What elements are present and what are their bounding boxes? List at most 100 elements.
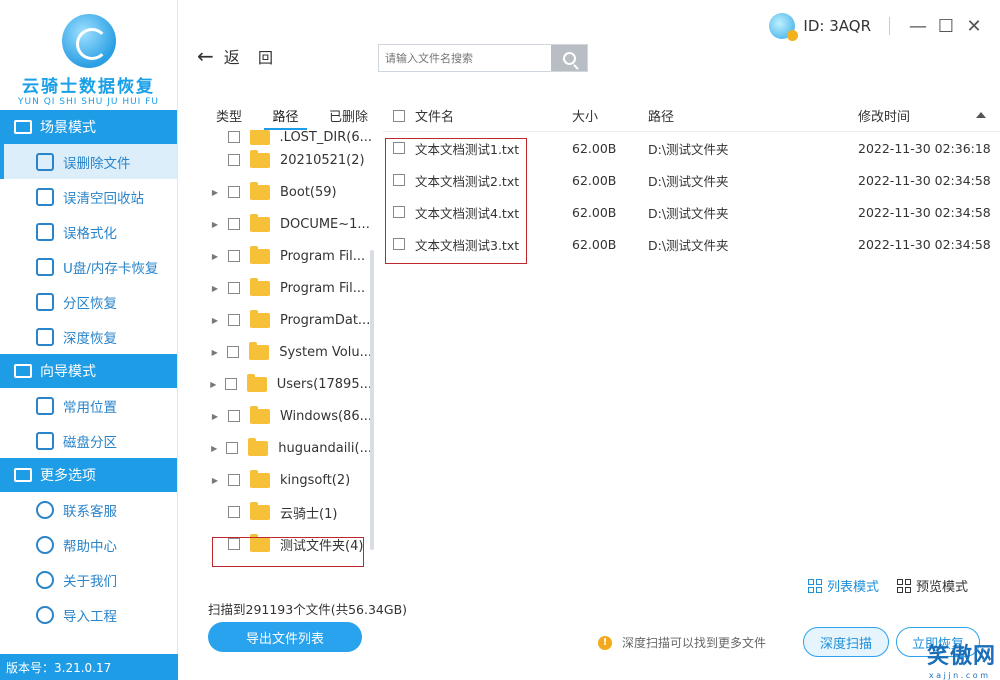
- expand-caret-icon[interactable]: ▶: [208, 348, 221, 357]
- search-button[interactable]: [551, 45, 587, 71]
- sidebar-item-label: 误删除文件: [63, 155, 131, 172]
- expand-caret-icon[interactable]: ▶: [208, 188, 222, 197]
- close-button[interactable]: ✕: [960, 12, 988, 40]
- sidebar-item-0-2[interactable]: 误格式化: [0, 214, 177, 249]
- tree-row-label: Boot(59): [280, 184, 337, 200]
- user-id: ID: 3AQR: [803, 17, 871, 35]
- tree-checkbox[interactable]: [227, 410, 240, 422]
- tree-row-label: .LOST_DIR(6...: [279, 130, 372, 145]
- folder-icon: [250, 245, 270, 264]
- header-size[interactable]: 大小: [572, 106, 648, 125]
- file-size: 62.00B: [572, 172, 617, 188]
- tree-checkbox[interactable]: [224, 378, 237, 390]
- header-name[interactable]: 文件名: [415, 106, 454, 125]
- tree-checkbox[interactable]: [228, 314, 240, 326]
- sidebar-item-2-1[interactable]: 帮助中心: [0, 527, 177, 562]
- file-delete-icon: [36, 152, 54, 171]
- folder-icon: [248, 437, 269, 456]
- tree-row[interactable]: ▶ ProgramDat...: [208, 304, 372, 336]
- list-mode-button[interactable]: 列表模式: [808, 576, 879, 595]
- file-modified-time: 2022-11-30 02:36:18: [858, 140, 991, 156]
- grid-icon: [897, 578, 912, 593]
- sidebar-item-0-5[interactable]: 深度恢复: [0, 319, 177, 354]
- tree-row[interactable]: ▶ huguandaili(...: [208, 432, 372, 464]
- tree-row[interactable]: ▶ Users(17895...: [208, 368, 372, 400]
- tree-row[interactable]: .LOST_DIR(6...: [208, 130, 372, 145]
- search-input[interactable]: [379, 45, 551, 71]
- tree-row-label: 云骑士(1): [280, 506, 338, 522]
- sidebar-item-label: 常用位置: [63, 399, 117, 416]
- sort-ascending-icon[interactable]: [976, 112, 986, 118]
- sidebar-item-0-1[interactable]: 误清空回收站: [0, 179, 177, 214]
- refresh-button[interactable]: 回: [258, 47, 273, 68]
- tree-row[interactable]: ▶ DOCUME~1...: [208, 208, 372, 240]
- tree-checkbox[interactable]: [228, 154, 240, 166]
- tree-tabs: 类型 路径 已删除: [208, 100, 376, 130]
- tree-row[interactable]: ▶ Boot(59): [208, 176, 372, 208]
- header-path[interactable]: 路径: [648, 106, 858, 125]
- tree-checkbox[interactable]: [228, 218, 240, 230]
- sidebar-item-1-1[interactable]: 磁盘分区: [0, 423, 177, 458]
- tree-row-label: Windows(86...: [279, 408, 372, 424]
- sidebar-item-2-2[interactable]: 关于我们: [0, 562, 177, 597]
- export-file-list-button[interactable]: 导出文件列表: [208, 622, 362, 652]
- preview-mode-button[interactable]: 预览模式: [897, 576, 968, 595]
- warning-icon: !: [598, 635, 612, 650]
- watermark-text: 笑傲网: [926, 644, 996, 669]
- user-avatar-icon[interactable]: [769, 13, 799, 41]
- tab-path[interactable]: 路径: [264, 100, 307, 130]
- tree-row[interactable]: ▶ kingsoft(2): [208, 464, 372, 496]
- sidebar-item-0-0[interactable]: 误删除文件: [0, 144, 177, 179]
- deep-scan-button[interactable]: 深度扫描: [803, 627, 889, 657]
- sidebar-item-label: 导入工程: [63, 608, 117, 625]
- tree-row[interactable]: ▶ Program Fil...: [208, 240, 372, 272]
- app-logo: 云骑士数据恢复 YUN QI SHI SHU JU HUI FU: [0, 0, 177, 110]
- tree-checkbox[interactable]: [228, 186, 240, 198]
- file-modified-time: 2022-11-30 02:34:58: [858, 172, 991, 188]
- sidebar-item-0-3[interactable]: U盘/内存卡恢复: [0, 249, 177, 284]
- folder-icon: [250, 213, 270, 232]
- sidebar-item-0-4[interactable]: 分区恢复: [0, 284, 177, 319]
- file-path: D:\测试文件夹: [648, 173, 729, 189]
- minimize-button[interactable]: —: [904, 12, 932, 40]
- expand-caret-icon[interactable]: ▶: [208, 220, 222, 229]
- expand-caret-icon[interactable]: ▶: [208, 316, 222, 325]
- select-all-checkbox[interactable]: [393, 109, 405, 122]
- expand-caret-icon[interactable]: ▶: [208, 444, 220, 453]
- tree-checkbox[interactable]: [228, 250, 240, 262]
- sidebar-section-0: 场景模式: [0, 110, 177, 144]
- expand-caret-icon[interactable]: ▶: [208, 252, 222, 261]
- expand-caret-icon[interactable]: ▶: [208, 476, 222, 485]
- maximize-button[interactable]: ☐: [932, 12, 960, 40]
- back-button[interactable]: ← 返: [197, 44, 240, 68]
- expand-caret-icon[interactable]: ▶: [208, 284, 222, 293]
- tree-checkbox[interactable]: [227, 131, 240, 143]
- sidebar-item-1-0[interactable]: 常用位置: [0, 388, 177, 423]
- folder-icon: [250, 309, 270, 328]
- tree-checkbox[interactable]: [227, 346, 240, 358]
- folder-icon: [249, 405, 270, 424]
- expand-caret-icon[interactable]: ▶: [208, 412, 222, 421]
- arrow-left-icon: ←: [197, 44, 214, 68]
- folder-icon: [249, 130, 270, 145]
- expand-caret-icon[interactable]: ▶: [208, 380, 219, 389]
- tree-checkbox[interactable]: [226, 442, 239, 454]
- tree-checkbox[interactable]: [228, 282, 240, 294]
- tree-row[interactable]: 20210521(2): [208, 144, 372, 176]
- tree-scrollbar[interactable]: [370, 250, 374, 550]
- sidebar-item-2-0[interactable]: 联系客服: [0, 492, 177, 527]
- view-modes: 列表模式 预览模式: [808, 576, 968, 595]
- sidebar-item-2-3[interactable]: 导入工程: [0, 597, 177, 632]
- tree-checkbox[interactable]: [228, 474, 240, 486]
- tab-deleted[interactable]: 已删除: [321, 100, 376, 130]
- tree-row[interactable]: ▶ System Volu...: [208, 336, 372, 368]
- tree-row-label: DOCUME~1...: [280, 216, 370, 232]
- tree-checkbox[interactable]: [228, 506, 240, 518]
- deep-scan-tip: ! 深度扫描可以找到更多文件: [598, 634, 766, 651]
- tree-row[interactable]: ▶ Program Fil...: [208, 272, 372, 304]
- tab-type[interactable]: 类型: [208, 100, 250, 130]
- tree-row[interactable]: ▶ Windows(86...: [208, 400, 372, 432]
- tree-row-label: ProgramDat...: [280, 312, 371, 328]
- partition-icon: [36, 292, 54, 311]
- tree-row[interactable]: 云骑士(1): [208, 496, 372, 528]
